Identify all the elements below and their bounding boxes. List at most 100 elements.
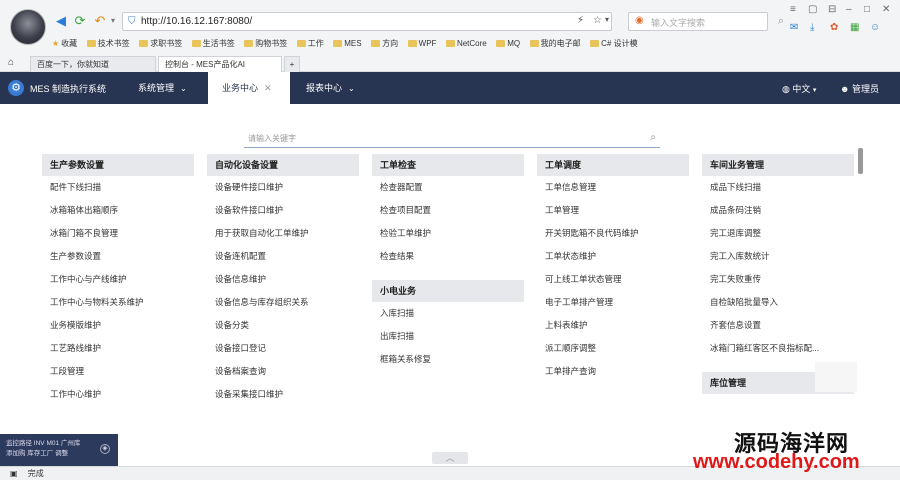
undo-icon[interactable]: ↶ bbox=[93, 14, 107, 28]
menu-link[interactable]: 工作中心与产线维护 bbox=[42, 268, 194, 291]
menu-link[interactable]: 工段管理 bbox=[42, 360, 194, 383]
chevron-down-icon[interactable]: ▾ bbox=[605, 15, 609, 24]
home-icon[interactable]: ⌂ bbox=[8, 57, 14, 68]
menu-link[interactable]: 业务模版维护 bbox=[42, 314, 194, 337]
menu-link[interactable]: 冰箱门箱不良管理 bbox=[42, 222, 194, 245]
keyword-search[interactable]: ⌕ bbox=[244, 130, 660, 148]
menu-link[interactable]: 工艺路线维护 bbox=[42, 337, 194, 360]
menu-link[interactable]: 工作中心与物料关系维护 bbox=[42, 291, 194, 314]
folder-icon bbox=[371, 40, 381, 47]
star-icon[interactable]: ☆ bbox=[593, 15, 602, 26]
close-icon[interactable]: ✕ bbox=[264, 83, 272, 93]
menu-link[interactable]: 检验工单维护 bbox=[372, 222, 524, 245]
menu-link[interactable]: 冰箱箱体出箱顺序 bbox=[42, 199, 194, 222]
card-title: 工单检查 bbox=[372, 154, 524, 176]
skin-icon[interactable]: ▢ bbox=[808, 4, 817, 15]
bookmark-folder[interactable]: 方向 bbox=[371, 36, 398, 52]
notification-popup[interactable]: 监控路径 INV M01 广州库 添加购 库存工厂 调整 ◈ bbox=[0, 434, 118, 466]
menu-link[interactable]: 设备档案查询 bbox=[207, 360, 359, 383]
menu-link[interactable]: 检查器配置 bbox=[372, 176, 524, 199]
tools-icon[interactable]: ✿ bbox=[830, 22, 838, 33]
scroll-to-top-button[interactable]: ︿ bbox=[432, 452, 468, 464]
menu-link[interactable]: 配件下线扫描 bbox=[42, 176, 194, 199]
menu-link[interactable]: 完工入库数统计 bbox=[702, 245, 854, 268]
new-tab-button[interactable]: + bbox=[284, 56, 300, 72]
download-icon[interactable]: ⤓ bbox=[810, 22, 814, 33]
menu-link[interactable]: 检查项目配置 bbox=[372, 199, 524, 222]
menu-link[interactable]: 用于获取自动化工单维护 bbox=[207, 222, 359, 245]
menu-system-management[interactable]: 系统管理 ⌄ bbox=[130, 72, 195, 104]
bookmark-folder[interactable]: MQ bbox=[496, 36, 520, 52]
menu-link[interactable]: 完工退库调整 bbox=[702, 222, 854, 245]
menu-link[interactable]: 上料表维护 bbox=[537, 314, 689, 337]
maximize-icon[interactable]: □ bbox=[864, 4, 870, 15]
menu-link[interactable]: 出库扫描 bbox=[372, 325, 524, 348]
star-icon: ★ bbox=[52, 39, 60, 48]
menu-link[interactable]: 工单管理 bbox=[537, 199, 689, 222]
bookmark-folder[interactable]: 工作 bbox=[296, 36, 324, 52]
browser-search[interactable]: ◉ 输入文字搜索 bbox=[628, 12, 768, 31]
menu-link[interactable]: 检查结果 bbox=[372, 245, 524, 268]
menu-link[interactable]: 自检缺陷批量导入 bbox=[702, 291, 854, 314]
menu-link[interactable]: 成品条码注销 bbox=[702, 199, 854, 222]
bookmark-folder[interactable]: C# 设计模 bbox=[590, 36, 638, 52]
address-bar[interactable]: ⛉ http://10.16.12.167:8080/ ⚡ ☆ ▾ bbox=[122, 12, 612, 31]
search-icon[interactable]: ⌕ bbox=[650, 132, 656, 143]
menu-link[interactable]: 冰箱门箱红客区不良指标配... bbox=[702, 337, 854, 360]
search-input[interactable] bbox=[244, 130, 634, 146]
bookmark-folder[interactable]: 我的电子邮 bbox=[529, 36, 581, 52]
tab-baidu[interactable]: 百度一下，你就知道 bbox=[30, 56, 156, 72]
menu-icon[interactable]: ≡ bbox=[790, 4, 796, 15]
menu-link[interactable]: 设备信息维护 bbox=[207, 268, 359, 291]
menu-link[interactable]: 设备连机配置 bbox=[207, 245, 359, 268]
bookmark-folder[interactable]: 生活书签 bbox=[191, 36, 235, 52]
menu-link[interactable]: 齐套信息设置 bbox=[702, 314, 854, 337]
scrollbar-thumb[interactable] bbox=[858, 148, 863, 174]
menu-link[interactable]: 开关钥匙箱不良代码维护 bbox=[537, 222, 689, 245]
minimize-icon[interactable]: – bbox=[846, 4, 852, 15]
chevron-down-icon[interactable]: ▾ bbox=[106, 14, 120, 28]
bookmark-folder[interactable]: 技术书签 bbox=[86, 36, 130, 52]
tab-mes-console[interactable]: 控制台 - MES产品化AI bbox=[158, 56, 282, 72]
user-icon[interactable]: ☺ bbox=[870, 22, 880, 33]
menu-link[interactable]: 设备分类 bbox=[207, 314, 359, 337]
menu-business-center[interactable]: 业务中心 ✕ bbox=[208, 72, 290, 104]
bookmark-favorites[interactable]: ★ 收藏 bbox=[52, 36, 77, 52]
menu-link[interactable]: 工单排产查询 bbox=[537, 360, 689, 383]
menu-link[interactable]: 设备采集接口维护 bbox=[207, 383, 359, 406]
info-icon[interactable]: ◈ bbox=[100, 444, 110, 454]
menu-link[interactable]: 成品下线扫描 bbox=[702, 176, 854, 199]
mini-mode-icon[interactable]: ⊟ bbox=[828, 4, 836, 15]
email-icon[interactable]: ✉ bbox=[790, 22, 798, 33]
refresh-icon[interactable]: ⟳ bbox=[73, 14, 87, 28]
menu-report-center[interactable]: 报表中心 ⌄ bbox=[298, 72, 363, 104]
lightning-icon[interactable]: ⚡ bbox=[577, 15, 584, 26]
menu-link[interactable]: 入库扫描 bbox=[372, 302, 524, 325]
menu-link[interactable]: 工单信息管理 bbox=[537, 176, 689, 199]
menu-link[interactable]: 设备硬件接口维护 bbox=[207, 176, 359, 199]
extensions-icon[interactable]: ▦ bbox=[850, 22, 859, 33]
menu-link[interactable]: 设备接口登记 bbox=[207, 337, 359, 360]
menu-link[interactable]: 工单状态维护 bbox=[537, 245, 689, 268]
menu-link[interactable]: 电子工单排产管理 bbox=[537, 291, 689, 314]
menu-link[interactable]: 生产参数设置 bbox=[42, 245, 194, 268]
bookmark-folder[interactable]: 求职书签 bbox=[139, 36, 182, 52]
url-text[interactable]: http://10.16.12.167:8080/ bbox=[141, 16, 252, 27]
search-icon[interactable]: ⌕ bbox=[774, 14, 788, 28]
back-icon[interactable]: ◀ bbox=[54, 14, 68, 28]
menu-link[interactable]: 设备软件接口维护 bbox=[207, 199, 359, 222]
menu-link[interactable]: 设备信息与库存组织关系 bbox=[207, 291, 359, 314]
menu-link[interactable]: 框箱关系修复 bbox=[372, 348, 524, 371]
close-icon[interactable]: ✕ bbox=[882, 4, 890, 15]
user-menu[interactable]: ☻ 管理员 bbox=[840, 82, 879, 95]
menu-link[interactable]: 完工失败重传 bbox=[702, 268, 854, 291]
bookmark-folder[interactable]: WPF bbox=[407, 36, 436, 52]
avatar[interactable] bbox=[10, 9, 46, 45]
menu-link[interactable]: 工作中心维护 bbox=[42, 383, 194, 406]
menu-link[interactable]: 可上线工单状态管理 bbox=[537, 268, 689, 291]
menu-link[interactable]: 派工顺序调整 bbox=[537, 337, 689, 360]
bookmark-folder[interactable]: 购物书签 bbox=[244, 36, 287, 52]
language-selector[interactable]: ◍ 中文 ▾ bbox=[782, 82, 816, 95]
bookmark-folder[interactable]: NetCore bbox=[445, 36, 487, 52]
bookmark-folder[interactable]: MES bbox=[333, 36, 362, 52]
